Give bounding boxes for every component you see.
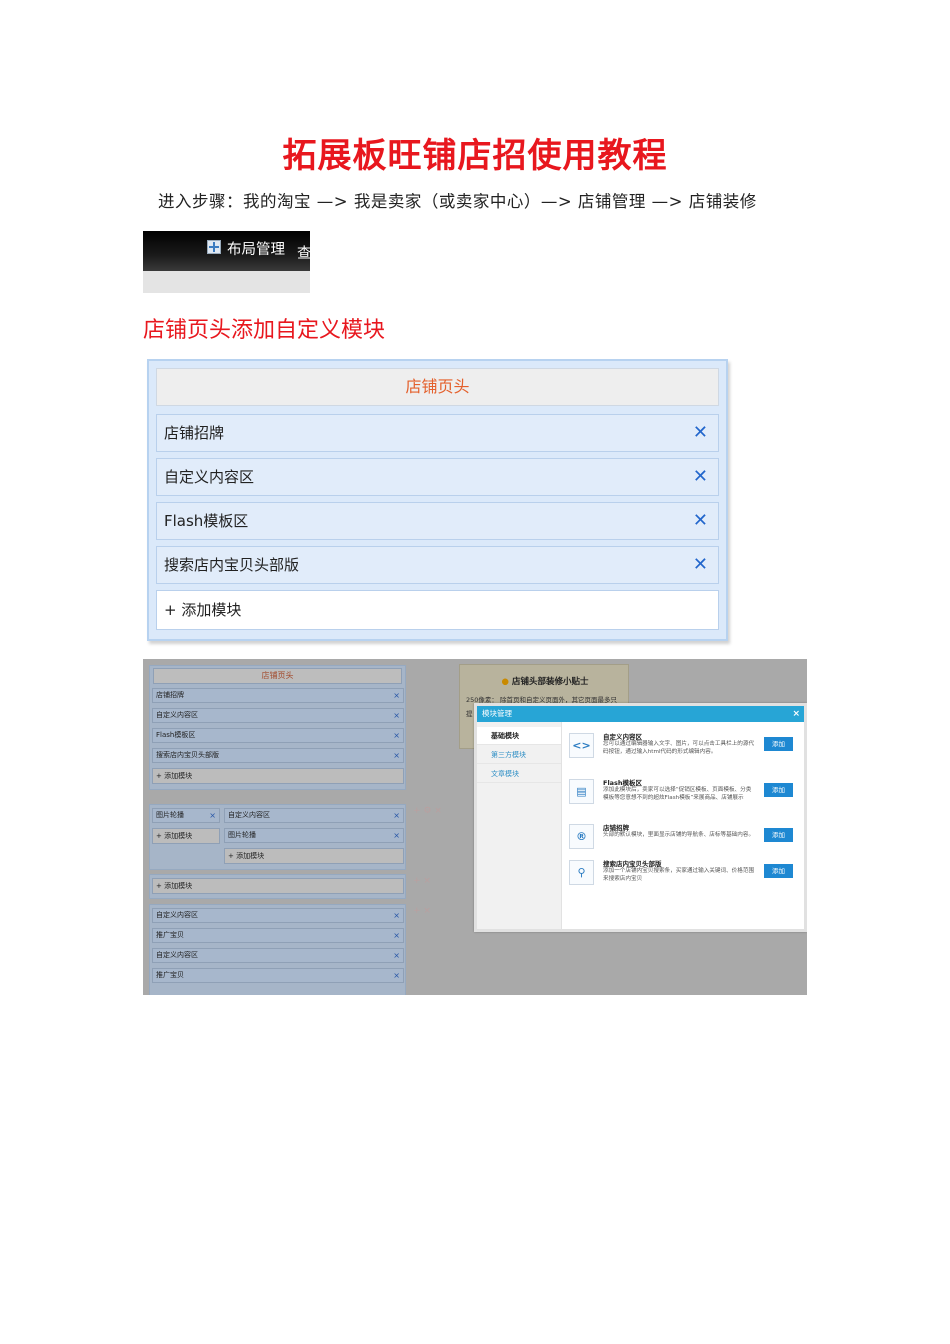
shot-move-controls[interactable]: + × — [413, 906, 431, 916]
add-module-button[interactable]: + 添加模块 — [156, 590, 719, 630]
module-description: 添加一个店铺内宝贝搜索条，买家通过输入关键词、价格范围来搜索店内宝贝 — [603, 868, 755, 882]
module-description: 头部的默认模块，里面显示店铺的导航条、店标等基础内容。 — [603, 832, 755, 838]
shot-row[interactable]: 自定义内容区 × — [152, 708, 404, 723]
add-button[interactable]: 添加 — [764, 864, 793, 878]
shop-header-panel: 店铺页头 店铺招牌 ✕ 自定义内容区 ✕ Flash模板区 ✕ 搜索店内宝贝头部… — [147, 359, 728, 641]
shot-row[interactable]: 店铺招牌 × — [152, 688, 404, 703]
layout-management-button[interactable]: 布局管理 — [227, 238, 285, 259]
module-row-label: 搜索店内宝贝头部版 — [164, 556, 300, 574]
shot-row-label: 图片轮播 — [228, 831, 256, 839]
module-description: 您可以通过编辑器输入文字、图片，可以点击工具栏上的源代码按钮，通过输入html代… — [603, 741, 755, 755]
tab-third-party-modules[interactable]: 第三方模块 — [477, 746, 561, 764]
toolbar-cut-label: 查 — [297, 246, 310, 262]
shot-add-module[interactable]: + 添加模块 — [152, 878, 404, 894]
module-row[interactable]: 搜索店内宝贝头部版 ✕ — [156, 546, 719, 584]
module-manager-dialog: 模块管理 × 基础模块 第三方模块 文章模块 <> 自定义内容区 您可以通过编辑… — [474, 703, 807, 932]
close-icon[interactable]: × — [393, 969, 400, 982]
close-icon[interactable]: × — [393, 929, 400, 942]
panel-header: 店铺页头 — [156, 368, 719, 406]
shot-header: 店铺页头 — [153, 668, 402, 684]
editor-screenshot: 店铺页头 店铺招牌 × 自定义内容区 × Flash模板区 × 搜索店内宝贝头部版 × … — [143, 659, 807, 995]
shot-row-label: 自定义内容区 — [156, 911, 198, 919]
add-button[interactable]: 添加 — [764, 828, 793, 842]
registered-icon: ® — [569, 824, 594, 849]
shot-add-module[interactable]: + 添加模块 — [224, 848, 404, 864]
toolbar-bar: 布局管理 查 — [143, 231, 310, 271]
module-row[interactable]: Flash模板区 ✕ — [156, 502, 719, 540]
close-icon[interactable]: × — [209, 809, 216, 822]
shot-row[interactable]: 图片轮播 × — [224, 828, 404, 843]
module-item-search: ⚲ 搜索店内宝贝头部版 添加一个店铺内宝贝搜索条，买家通过输入关键词、价格范围来… — [569, 858, 797, 900]
module-row-label: 店铺招牌 — [164, 424, 225, 442]
shot-row[interactable]: 自定义内容区 × — [152, 908, 404, 923]
document-title: 拓展板旺铺店招使用教程 — [282, 136, 668, 176]
close-icon[interactable]: × — [792, 706, 800, 722]
module-row-label: Flash模板区 — [164, 512, 249, 530]
close-icon[interactable]: × — [393, 909, 400, 922]
dialog-title: 模块管理 — [482, 709, 512, 718]
shot-row[interactable]: 自定义内容区 × — [224, 808, 404, 823]
shot-move-controls[interactable]: + ⚙ × — [413, 806, 442, 816]
shot-row-label: 搜索店内宝贝头部版 — [156, 751, 219, 759]
layout-template-icon: ▤ — [569, 779, 594, 804]
section-heading: 店铺页头添加自定义模块 — [143, 318, 386, 343]
shot-row[interactable]: 自定义内容区 × — [152, 948, 404, 963]
module-description: 添加此模块后，卖家可以选择“促销区模板、页面模板、分类模板等您意想不到的超炫Fl… — [603, 787, 752, 801]
tab-basic-modules[interactable]: 基础模块 — [477, 727, 561, 745]
module-row[interactable]: 自定义内容区 ✕ — [156, 458, 719, 496]
close-icon[interactable]: ✕ — [693, 415, 708, 451]
shot-add-module[interactable]: + 添加模块 — [152, 768, 404, 784]
navigation-steps: 进入步骤：我的淘宝 —> 我是卖家（或卖家中心）—> 店铺管理 —> 店铺装修 — [158, 192, 757, 211]
module-item-flash: ▤ Flash模板区 添加此模块后，卖家可以选择“促销区模板、页面模板、分类模板… — [569, 777, 797, 819]
close-icon[interactable]: ✕ — [693, 459, 708, 495]
shot-row-label: 自定义内容区 — [156, 951, 198, 959]
tips-title-text: 店铺头部装修小贴士 — [511, 677, 589, 687]
shot-row-label: 推广宝贝 — [156, 931, 184, 939]
shot-row-label: 店铺招牌 — [156, 691, 184, 699]
shot-row-label: Flash模板区 — [156, 731, 196, 739]
close-icon[interactable]: × — [393, 829, 400, 842]
tab-article-modules[interactable]: 文章模块 — [477, 765, 561, 783]
shot-row-label: 推广宝贝 — [156, 971, 184, 979]
shot-row[interactable]: Flash模板区 × — [152, 728, 404, 743]
shot-add-module[interactable]: + 添加模块 — [152, 828, 220, 844]
dialog-sidebar: 基础模块 第三方模块 文章模块 — [477, 722, 562, 929]
shot-row-label: 图片轮播 — [156, 811, 184, 819]
shot-row[interactable]: 搜索店内宝贝头部版 × — [152, 748, 404, 763]
close-icon[interactable]: × — [393, 949, 400, 962]
close-icon[interactable]: × — [393, 729, 400, 742]
close-icon[interactable]: ✕ — [693, 503, 708, 539]
close-icon[interactable]: × — [393, 689, 400, 702]
close-icon[interactable]: ✕ — [693, 547, 708, 583]
close-icon[interactable]: × — [393, 809, 400, 822]
module-row-label: 自定义内容区 — [164, 468, 255, 486]
shot-row[interactable]: 推广宝贝 × — [152, 928, 404, 943]
shot-move-controls[interactable]: + × — [413, 876, 431, 886]
search-icon: ⚲ — [569, 860, 594, 885]
add-button[interactable]: 添加 — [764, 783, 793, 797]
shot-row-label: 自定义内容区 — [156, 711, 198, 719]
module-item-custom: <> 自定义内容区 您可以通过编辑器输入文字、图片，可以点击工具栏上的源代码按钮… — [569, 731, 797, 773]
shot-row[interactable]: 推广宝贝 × — [152, 968, 404, 983]
tips-cut-text: 提 — [466, 710, 473, 718]
module-row[interactable]: 店铺招牌 ✕ — [156, 414, 719, 452]
layout-plus-icon — [207, 240, 221, 254]
tips-title: ● 店铺头部装修小贴士 — [460, 675, 630, 687]
shot-row-label: 自定义内容区 — [228, 811, 270, 819]
dialog-titlebar: 模块管理 × — [477, 706, 804, 722]
add-button[interactable]: 添加 — [764, 737, 793, 751]
code-icon: <> — [569, 733, 594, 758]
shot-row[interactable]: 图片轮播 × — [152, 808, 220, 823]
lightbulb-icon: ● — [501, 677, 509, 687]
toolbar-snippet: 布局管理 查 — [143, 231, 310, 293]
close-icon[interactable]: × — [393, 709, 400, 722]
close-icon[interactable]: × — [393, 749, 400, 762]
